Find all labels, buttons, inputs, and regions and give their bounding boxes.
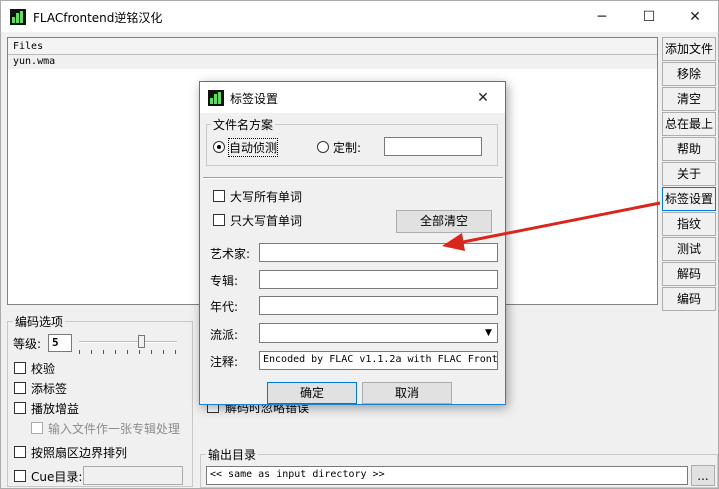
annotation-arrow bbox=[442, 201, 661, 251]
